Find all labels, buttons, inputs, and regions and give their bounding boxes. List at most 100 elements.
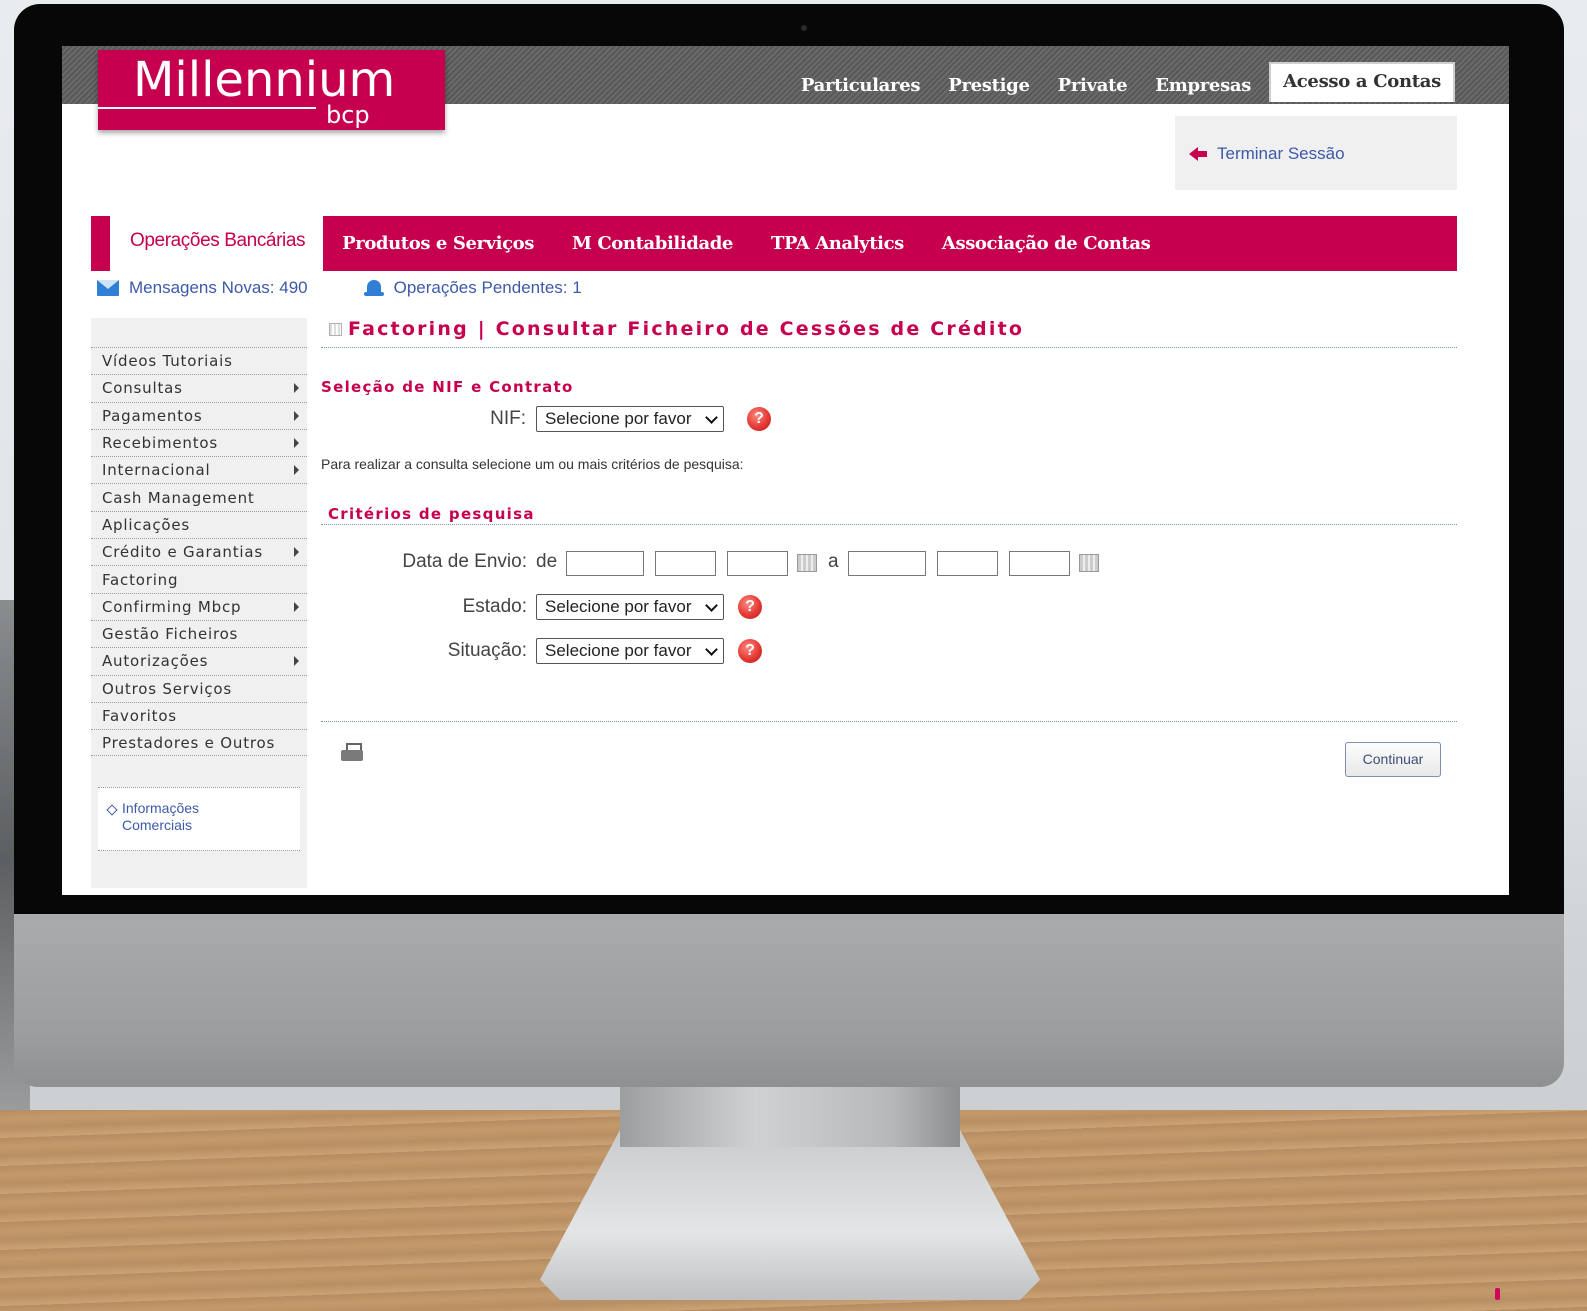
nav-particulares[interactable]: Particulares — [787, 69, 934, 102]
sidebar-item[interactable]: Recebimentos — [91, 428, 307, 456]
sidebar-item[interactable]: Gestão Ficheiros — [91, 619, 307, 647]
monitor-stand-base — [540, 1130, 1040, 1300]
sidebar-item-label: Favoritos — [102, 707, 177, 725]
sidebar-item-label: Outros Serviços — [102, 679, 232, 698]
date-from-month-input[interactable] — [655, 551, 716, 576]
sidebar-item[interactable]: Vídeos Tutoriais — [91, 347, 307, 374]
situacao-label: Situação: — [447, 640, 527, 661]
caret-right-icon — [294, 438, 299, 449]
main-nav: Operações Bancárias Produtos e Serviços … — [91, 210, 1457, 271]
caret-right-icon — [294, 465, 299, 476]
footer-divider — [321, 721, 1457, 722]
pending-label: Operações Pendentes: 1 — [393, 278, 582, 297]
sidebar-item[interactable]: Favoritos — [91, 701, 307, 729]
browser-screen: Millennium bcp Particulares Prestige Pri… — [62, 46, 1509, 895]
date-from-year-input[interactable] — [727, 551, 788, 576]
nav-prestige[interactable]: Prestige — [934, 69, 1043, 102]
section-criteria-title: Critérios de pesquisa — [328, 505, 535, 523]
sidebar-item-label: Prestadores e Outros — [102, 733, 276, 752]
caret-right-icon — [294, 547, 299, 558]
sidebar-item[interactable]: Prestadores e Outros — [91, 729, 307, 757]
logo-text: Millennium — [133, 52, 396, 108]
chevron-down-icon — [705, 599, 718, 612]
nif-help-icon[interactable]: ? — [747, 407, 771, 431]
sidebar-item-label: Crédito e Garantias — [102, 543, 263, 562]
date-to-month-input[interactable] — [937, 551, 998, 576]
sidebar-item-label: Aplicações — [102, 515, 191, 534]
estado-help-icon[interactable]: ? — [738, 595, 762, 619]
tab-tpa-analytics[interactable]: TPA Analytics — [752, 216, 923, 271]
sidebar-item-label: Pagamentos — [102, 406, 203, 425]
printer-icon[interactable] — [341, 743, 363, 763]
envelope-icon — [97, 280, 119, 296]
monitor-stand-neck — [620, 1087, 960, 1147]
page-title-row: Factoring | Consultar Ficheiro de Cessõe… — [329, 318, 1024, 340]
millennium-logo[interactable]: Millennium bcp — [98, 50, 445, 130]
criteria-divider — [321, 524, 1457, 525]
brand-dot — [1495, 1288, 1500, 1300]
sidebar-item-label: Recebimentos — [102, 434, 218, 453]
tab-m-contabilidade[interactable]: M Contabilidade — [553, 216, 752, 271]
sidebar-item[interactable]: Consultas — [91, 374, 307, 401]
nav-empresas[interactable]: Empresas — [1141, 69, 1265, 102]
sidebar-info-box: Informações Comerciais — [98, 787, 300, 851]
messages-label: Mensagens Novas: 490 — [129, 278, 308, 297]
logo-subtext: bcp — [326, 101, 370, 129]
camera-dot — [801, 25, 807, 31]
sidebar-item-label: Confirming Mbcp — [102, 597, 242, 616]
caret-right-icon — [294, 383, 299, 394]
sidebar-item[interactable]: Factoring — [91, 565, 307, 592]
situacao-help-icon[interactable]: ? — [738, 639, 762, 663]
tab-associacao-contas[interactable]: Associação de Contas — [923, 216, 1169, 271]
date-to-day-input[interactable] — [848, 551, 926, 576]
segment-nav: Particulares Prestige Private Empresas A… — [787, 62, 1455, 102]
sidebar-item-label: Gestão Ficheiros — [102, 625, 239, 644]
tab-operacoes-bancarias[interactable]: Operações Bancárias — [110, 210, 324, 271]
date-from-day-input[interactable] — [566, 551, 644, 576]
messages-link[interactable]: Mensagens Novas: 490 — [97, 278, 308, 298]
sidebar-item[interactable]: Confirming Mbcp — [91, 592, 307, 620]
sidebar-item[interactable]: Internacional — [91, 456, 307, 483]
sidebar-item-label: Autorizações — [102, 652, 209, 671]
date-to-year-input[interactable] — [1009, 551, 1070, 576]
calendar-from-icon[interactable] — [797, 554, 817, 572]
sidebar-item[interactable]: Crédito e Garantias — [91, 538, 307, 565]
page-title: Factoring | Consultar Ficheiro de Cessõe… — [348, 318, 1025, 340]
section-nif-title: Seleção de NIF e Contrato — [321, 378, 574, 396]
sidebar-item-label: Vídeos Tutoriais — [102, 352, 233, 371]
estado-select[interactable]: Selecione por favor — [536, 594, 724, 620]
continue-button[interactable]: Continuar — [1345, 742, 1441, 777]
situacao-select[interactable]: Selecione por favor — [536, 638, 724, 664]
sidebar-item-label: Cash Management — [102, 488, 255, 507]
chevron-down-icon — [705, 411, 718, 424]
sidebar-item[interactable]: Outros Serviços — [91, 674, 307, 702]
sidebar-item[interactable]: Aplicações — [91, 510, 307, 538]
session-box: Terminar Sessão — [1175, 116, 1457, 190]
sidebar-item[interactable]: Pagamentos — [91, 401, 307, 429]
info-comerciais-link[interactable]: Informações Comerciais — [122, 800, 232, 850]
diamond-bullet-icon — [106, 804, 118, 816]
title-divider — [321, 347, 1457, 348]
calendar-to-icon[interactable] — [1079, 554, 1099, 572]
date-from-label: de — [536, 551, 558, 572]
sidebar-item-label: Factoring — [102, 570, 179, 589]
arrow-left-icon — [1189, 147, 1209, 161]
nif-select[interactable]: Selecione por favor — [536, 406, 724, 432]
sidebar-menu: Vídeos Tutoriais Consultas Pagamentos Receb… — [91, 347, 307, 757]
nav-acesso-contas[interactable]: Acesso a Contas — [1269, 62, 1455, 102]
sidebar-item[interactable]: Cash Management — [91, 483, 307, 510]
nif-label: NIF: — [490, 408, 526, 429]
logout-link[interactable]: Terminar Sessão — [1189, 144, 1345, 164]
status-bar: Mensagens Novas: 490 Operações Pendentes… — [97, 278, 582, 298]
pending-operations-link[interactable]: Operações Pendentes: 1 — [363, 278, 582, 298]
sidebar-item-label: Internacional — [102, 461, 211, 480]
tab-produtos-servicos[interactable]: Produtos e Serviços — [323, 216, 553, 271]
date-label: Data de Envio: — [402, 551, 527, 572]
nav-private[interactable]: Private — [1044, 69, 1142, 102]
sidebar-item[interactable]: Autorizações — [91, 647, 307, 674]
monitor-chin — [14, 912, 1564, 1087]
caret-right-icon — [294, 601, 299, 612]
search-hint: Para realizar a consulta selecione um ou… — [321, 456, 744, 472]
main-content: Factoring | Consultar Ficheiro de Cessõe… — [321, 318, 1457, 878]
logout-label: Terminar Sessão — [1217, 144, 1345, 163]
